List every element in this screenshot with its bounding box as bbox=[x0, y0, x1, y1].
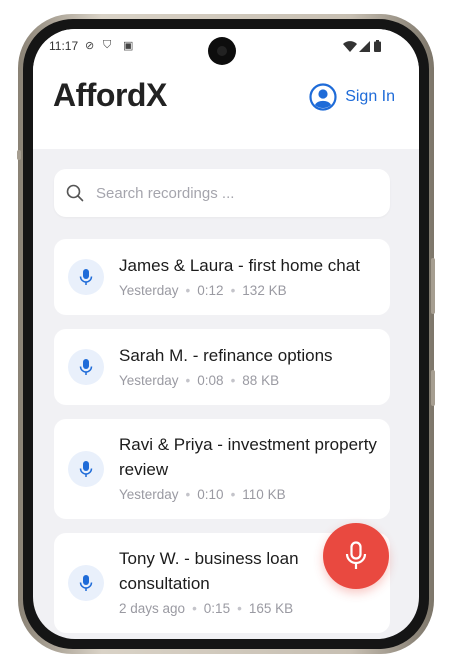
microphone-icon bbox=[79, 269, 93, 285]
recording-card[interactable]: Ravi & Priya - investment property revie… bbox=[54, 419, 390, 519]
phone-frame: 11:17 ⊘ ⛉ ▣ AffordX Sign In Search recor… bbox=[18, 14, 434, 654]
status-time: 11:17 bbox=[49, 39, 79, 53]
app-screen: 11:17 ⊘ ⛉ ▣ AffordX Sign In Search recor… bbox=[33, 29, 419, 639]
recording-date: Yesterday bbox=[119, 283, 179, 298]
separator-dot: • bbox=[185, 373, 191, 388]
search-icon bbox=[66, 184, 84, 202]
sign-in-label: Sign In bbox=[345, 88, 395, 105]
side-notch bbox=[17, 150, 21, 160]
separator-dot: • bbox=[185, 487, 191, 502]
microphone-icon bbox=[79, 461, 93, 477]
mic-badge bbox=[68, 565, 104, 601]
dnd-icon: ⊘ bbox=[85, 40, 95, 52]
recording-duration: 0:12 bbox=[197, 283, 224, 298]
signal-icon bbox=[359, 41, 370, 52]
microphone-icon bbox=[79, 359, 93, 375]
recording-meta: Yesterday • 0:10 • 110 KB bbox=[119, 487, 286, 502]
microphone-icon bbox=[345, 541, 367, 569]
app-header: AffordX Sign In bbox=[33, 65, 419, 149]
phone-bezel: 11:17 ⊘ ⛉ ▣ AffordX Sign In Search recor… bbox=[23, 19, 429, 649]
app-notification-icon: ▣ bbox=[123, 40, 134, 52]
mic-badge bbox=[68, 451, 104, 487]
front-camera bbox=[208, 37, 236, 65]
recording-date: Yesterday bbox=[119, 373, 179, 388]
recording-meta: Yesterday • 0:08 • 88 KB bbox=[119, 373, 279, 388]
recording-card[interactable]: James & Laura - first home chat Yesterda… bbox=[54, 239, 390, 315]
battery-icon bbox=[374, 40, 381, 52]
recording-duration: 0:08 bbox=[197, 373, 224, 388]
power-button bbox=[431, 370, 435, 406]
app-logo: AffordX bbox=[53, 77, 167, 113]
mic-badge bbox=[68, 349, 104, 385]
recording-meta: Yesterday • 0:12 • 132 KB bbox=[119, 283, 287, 298]
wifi-icon bbox=[343, 41, 357, 52]
separator-dot: • bbox=[230, 487, 236, 502]
search-input[interactable] bbox=[96, 184, 356, 202]
search-bar bbox=[54, 169, 390, 217]
recording-card[interactable]: Sarah M. - refinance options Yesterday • 0… bbox=[54, 329, 390, 405]
recording-title: Ravi & Priya - investment property revie… bbox=[119, 435, 377, 479]
record-button[interactable] bbox=[323, 523, 389, 589]
sign-in-button[interactable]: Sign In bbox=[309, 83, 395, 111]
separator-dot: • bbox=[185, 283, 191, 298]
separator-dot: • bbox=[230, 283, 236, 298]
recording-size: 110 KB bbox=[242, 487, 286, 502]
user-icon bbox=[309, 83, 337, 111]
recording-date: Yesterday bbox=[119, 487, 179, 502]
separator-dot: • bbox=[230, 373, 236, 388]
volume-button bbox=[431, 258, 435, 314]
recording-title: Sarah M. - refinance options bbox=[119, 346, 333, 365]
mic-badge bbox=[68, 259, 104, 295]
status-bar: 11:17 ⊘ ⛉ ▣ bbox=[33, 29, 419, 65]
recording-duration: 0:10 bbox=[197, 487, 224, 502]
recording-size: 88 KB bbox=[242, 373, 280, 388]
recording-size: 132 KB bbox=[242, 283, 287, 298]
microphone-icon bbox=[79, 575, 93, 591]
shield-icon: ⛉ bbox=[103, 39, 112, 51]
recording-title: James & Laura - first home chat bbox=[119, 256, 360, 275]
